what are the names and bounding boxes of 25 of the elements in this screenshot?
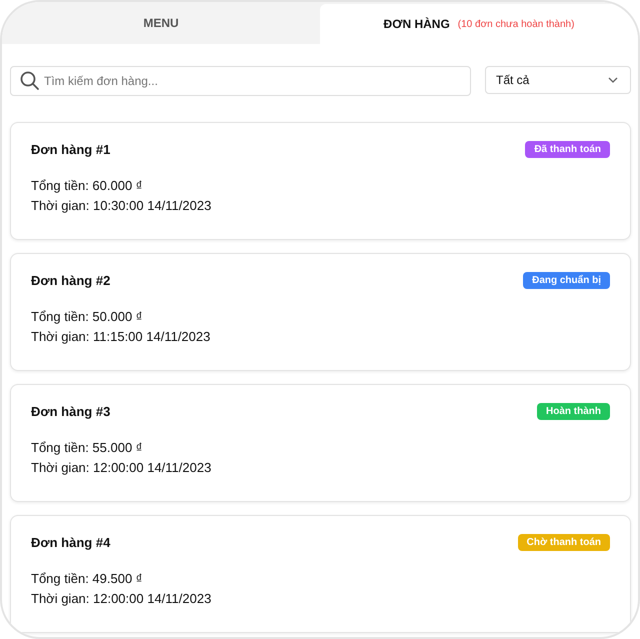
chevron-down-icon: [608, 77, 618, 83]
order-total: Tổng tiền: 49.500 ₫: [31, 570, 144, 588]
order-total: Tổng tiền: 50.000 ₫: [31, 308, 144, 326]
order-card[interactable]: Đơn hàng #2 Đang chuẩn bị Tổng tiền: 50.000 ₫ Thời gian: 11:15:00 14/11/2023: [10, 253, 631, 371]
order-time: Thời gian: 11:15:00 14/11/2023: [31, 328, 212, 346]
tab[interactable]: MENU: [2, 2, 320, 44]
order-total: Tổng tiền: 55.000 ₫: [31, 439, 144, 457]
order-card[interactable]: Đơn hàng #1 Đã thanh toán Tổng tiền: 60.000 ₫ Thời gian: 10:30:00 14/11/2023: [10, 122, 631, 240]
order-card[interactable]: Đơn hàng #4 Chờ thanh toán Tổng tiền: 49.500 ₫ Thời gian: 12:00:00 14/11/2023: [10, 515, 631, 633]
order-time: Thời gian: 10:30:00 14/11/2023: [31, 197, 212, 215]
filter-dropdown[interactable]: Tất cả: [485, 66, 631, 94]
order-card[interactable]: Đơn hàng #3 Hoàn thành Tổng tiền: 55.000 ₫ Thời gian: 12:00:00 14/11/2023: [10, 384, 631, 502]
tab[interactable]: ĐƠN HÀNG (10 đơn chưa hoàn thành): [320, 4, 638, 44]
order-title: Đơn hàng #1: [31, 142, 110, 157]
order-title: Đơn hàng #3: [31, 404, 110, 419]
order-total: Tổng tiền: 60.000 ₫: [31, 177, 144, 195]
order-time: Thời gian: 12:00:00 14/11/2023: [31, 459, 212, 477]
status-badge: Chờ thanh toán: [518, 534, 610, 551]
order-time: Thời gian: 12:00:00 14/11/2023: [31, 590, 212, 608]
order-title: Đơn hàng #4: [31, 535, 110, 550]
status-badge: Đã thanh toán: [525, 141, 610, 158]
order-title: Đơn hàng #2: [31, 273, 110, 288]
status-badge: Hoàn thành: [537, 403, 610, 420]
status-badge: Đang chuẩn bị: [523, 272, 610, 289]
search-field[interactable]: Tìm kiếm đơn hàng...: [10, 66, 471, 96]
